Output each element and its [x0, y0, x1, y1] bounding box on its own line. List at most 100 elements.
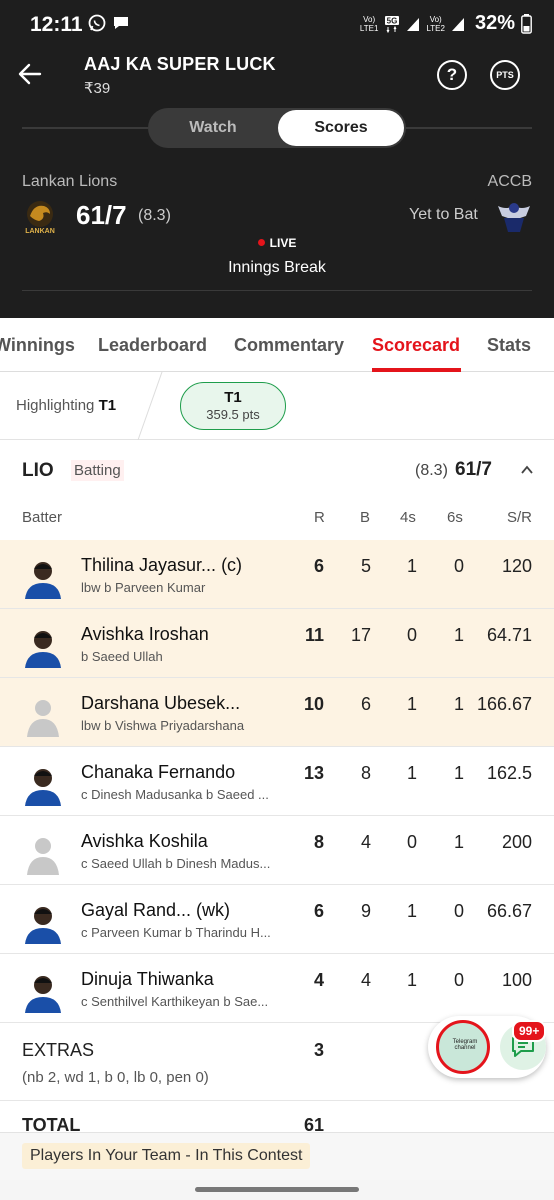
whatsapp-icon [88, 14, 106, 32]
col-sixes: 6s [447, 509, 463, 526]
team-right-status: Yet to Bat [409, 206, 478, 223]
player-strike-rate: 166.67 [476, 694, 532, 714]
player-photo [25, 631, 61, 668]
player-dismissal: c Saeed Ullah b Dinesh Madus... [81, 856, 271, 871]
player-strike-rate: 100 [501, 970, 532, 990]
divider [22, 290, 532, 291]
innings-overs: (8.3) [415, 462, 448, 479]
home-indicator[interactable] [195, 1187, 359, 1192]
player-name[interactable]: Darshana Ubesek... [81, 693, 240, 714]
player-strike-rate: 120 [501, 556, 532, 576]
team-left-score: 61/7 [76, 200, 127, 230]
player-name[interactable]: Dinuja Thiwanka [81, 969, 214, 990]
app-bar: AAJ KA SUPER LUCK ₹39 ? PTS [0, 50, 554, 100]
contest-title: AAJ KA SUPER LUCK [84, 54, 276, 74]
scores-tab[interactable]: Scores [278, 110, 404, 146]
player-sixes: 0 [453, 556, 464, 576]
player-fours: 1 [406, 970, 417, 990]
player-sixes: 1 [453, 832, 464, 852]
entry-fee: ₹39 [84, 80, 111, 97]
5g-icon: 5G [385, 15, 400, 33]
player-strike-rate: 200 [501, 832, 532, 852]
player-photo [25, 562, 61, 599]
player-strike-rate: 66.67 [486, 901, 532, 921]
table-row[interactable]: Darshana Ubesek... lbw b Vishwa Priyadars… [0, 678, 554, 747]
player-name[interactable]: Avishka Iroshan [81, 624, 209, 645]
player-sixes: 0 [453, 970, 464, 990]
scorecard-column-header: Batter R B 4s 6s S/R [0, 500, 554, 540]
player-sixes: 1 [453, 625, 464, 645]
player-runs: 13 [303, 763, 324, 783]
status-bar: 12:11 Vo) LTE1 5G Vo) LTE2 32% [0, 0, 554, 50]
player-dismissal: lbw b Parveen Kumar [81, 580, 206, 595]
player-balls: 4 [360, 832, 371, 852]
extras-label: EXTRAS [22, 1040, 95, 1060]
lankan-lions-logo: LANKAN [25, 201, 55, 235]
highlight-label: Highlighting T1 [16, 397, 117, 414]
tab-commentary[interactable]: Commentary [234, 335, 344, 356]
player-photo [25, 976, 61, 1013]
team-left-name: Lankan Lions [22, 173, 118, 190]
table-row[interactable]: Gayal Rand... (wk) c Parveen Kumar b Thar… [0, 885, 554, 954]
unread-badge: 99+ [512, 1020, 547, 1042]
col-batter: Batter [22, 509, 63, 526]
signal-icon-2 [451, 17, 464, 31]
player-fours: 0 [406, 625, 417, 645]
player-placeholder-icon [27, 838, 59, 875]
telegram-channel-label: Telegram channel [452, 1039, 478, 1051]
player-balls: 6 [360, 694, 371, 714]
player-balls: 5 [360, 556, 371, 576]
sim2-indicator: Vo) LTE2 [426, 14, 445, 33]
table-row[interactable]: Thilina Jayasur... (c) lbw b Parveen Kuma… [0, 540, 554, 609]
help-button[interactable]: ? [437, 60, 467, 90]
team-pill-t1[interactable]: T1 359.5 pts [180, 382, 286, 430]
tab-leaderboard[interactable]: Leaderboard [98, 335, 207, 356]
player-balls: 17 [350, 625, 371, 645]
player-dismissal: lbw b Vishwa Priyadarshana [81, 718, 245, 733]
divider [137, 372, 163, 440]
player-runs: 8 [313, 832, 324, 852]
highlight-bar: Highlighting T1 T1 359.5 pts [0, 372, 554, 440]
battery-icon [521, 13, 532, 34]
live-dot-icon [257, 239, 265, 246]
back-arrow-icon[interactable] [16, 60, 44, 88]
col-fours: 4s [400, 509, 416, 526]
batting-rows: Thilina Jayasur... (c) lbw b Parveen Kuma… [0, 540, 554, 1023]
player-name[interactable]: Chanaka Fernando [81, 762, 235, 783]
player-sixes: 1 [453, 694, 464, 714]
table-row[interactable]: Avishka Koshila c Saeed Ullah b Dinesh Ma… [0, 816, 554, 885]
telegram-channel-thumbnail[interactable]: Telegram channel [436, 1020, 490, 1074]
team-right-name: ACCB [487, 173, 532, 190]
team-pill-title: T1 [224, 389, 242, 406]
accb-logo [498, 203, 530, 232]
player-photo [25, 769, 61, 806]
player-dismissal: c Parveen Kumar b Tharindu H... [81, 925, 271, 940]
table-row[interactable]: Dinuja Thiwanka c Senthilvel Karthikeyan … [0, 954, 554, 1023]
player-runs: 10 [303, 694, 324, 714]
player-runs: 6 [313, 556, 324, 576]
player-runs: 11 [304, 625, 324, 645]
watch-tab[interactable]: Watch [150, 110, 276, 146]
points-button[interactable]: PTS [490, 60, 520, 90]
chevron-up-icon[interactable] [519, 462, 535, 478]
contest-note-bar: Players In Your Team - In This Contest [0, 1132, 554, 1180]
player-name[interactable]: Thilina Jayasur... (c) [81, 555, 242, 576]
innings-team: LIO [22, 460, 54, 481]
tab-stats[interactable]: Stats [487, 335, 531, 356]
tab-scorecard[interactable]: Scorecard [372, 335, 460, 356]
player-name[interactable]: Avishka Koshila [81, 831, 208, 852]
sim1-indicator: Vo) LTE1 [359, 14, 379, 33]
divider [406, 127, 532, 129]
extras-detail: (nb 2, wd 1, b 0, lb 0, pen 0) [22, 1069, 209, 1086]
table-row[interactable]: Avishka Iroshan b Saeed Ullah 11 17 0 1 64.71 [0, 609, 554, 678]
battery-percent: 32% [474, 12, 515, 34]
player-fours: 1 [406, 694, 417, 714]
player-balls: 4 [360, 970, 371, 990]
innings-header[interactable]: LIO Batting (8.3) 61/7 [0, 440, 554, 500]
divider [22, 127, 148, 129]
innings-score: 61/7 [455, 459, 492, 480]
player-name[interactable]: Gayal Rand... (wk) [81, 900, 230, 921]
table-row[interactable]: Chanaka Fernando c Dinesh Madusanka b Sae… [0, 747, 554, 816]
player-balls: 9 [360, 901, 371, 921]
tab-winnings[interactable]: Winnings [0, 335, 75, 356]
